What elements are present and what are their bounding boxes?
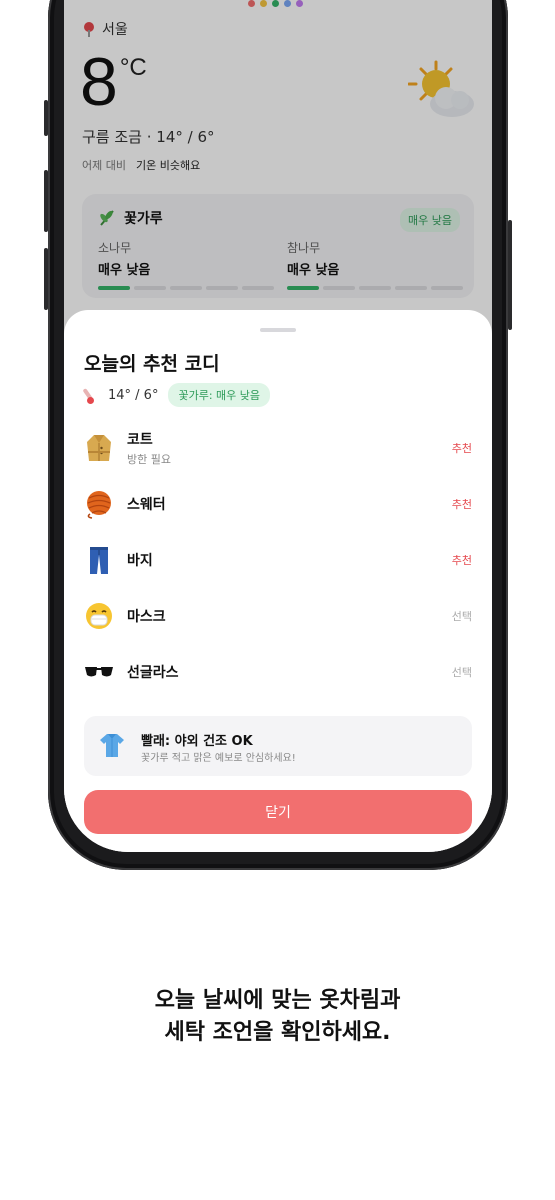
item-name: 마스크 bbox=[127, 609, 166, 625]
item-name: 바지 bbox=[127, 553, 153, 569]
recommendation-tag: 선택 bbox=[451, 666, 472, 679]
close-button[interactable]: 닫기 bbox=[84, 790, 472, 834]
item-text: 스웨터 bbox=[127, 494, 166, 514]
thermometer-icon bbox=[84, 386, 98, 404]
outfit-list: 코트 방한 필요 추천 스웨터 추천 바지 추천 마스크 선택 선글라스 선택 bbox=[64, 420, 492, 700]
list-item[interactable]: 코트 방한 필요 추천 bbox=[64, 420, 492, 476]
sweater-yarn-icon bbox=[84, 489, 114, 519]
phone-power-button bbox=[508, 220, 512, 330]
sheet-summary: 14° / 6° 꽃가루: 매우 낮음 bbox=[84, 383, 271, 407]
sheet-title: 오늘의 추천 코디 bbox=[84, 353, 220, 375]
caption-line-2: 세탁 조언을 확인하세요. bbox=[164, 1020, 391, 1045]
phone-screen: 서울 8 °C 구름 조금 · 14° / 6° 어제 대비 기온 비슷해요 꽃… bbox=[64, 0, 492, 852]
item-note: 방한 필요 bbox=[127, 453, 171, 466]
caption-line-1: 오늘 날씨에 맞는 옷차림과 bbox=[154, 988, 401, 1013]
item-text: 선글라스 bbox=[127, 662, 179, 682]
jeans-icon bbox=[84, 545, 114, 575]
laundry-subtitle: 꽃가루 적고 맑은 예보로 안심하세요! bbox=[141, 753, 296, 764]
sheet-grabber[interactable] bbox=[260, 328, 296, 332]
shirt-icon bbox=[100, 734, 124, 757]
item-text: 바지 bbox=[127, 550, 153, 570]
laundry-title: 빨래: 야외 건조 OK bbox=[141, 734, 253, 749]
recommendation-tag: 추천 bbox=[451, 442, 472, 455]
list-item[interactable]: 스웨터 추천 bbox=[64, 476, 492, 532]
promo-caption: 오늘 날씨에 맞는 옷차림과 세탁 조언을 확인하세요. bbox=[0, 985, 555, 1049]
sunglasses-icon bbox=[84, 657, 114, 687]
outfit-sheet: 오늘의 추천 코디 14° / 6° 꽃가루: 매우 낮음 코트 방한 필요 추… bbox=[64, 310, 492, 852]
item-name: 스웨터 bbox=[127, 497, 166, 513]
pollen-pill: 꽃가루: 매우 낮음 bbox=[168, 383, 271, 407]
list-item[interactable]: 선글라스 선택 bbox=[64, 644, 492, 700]
coat-icon bbox=[84, 433, 114, 463]
recommendation-tag: 추천 bbox=[451, 498, 472, 511]
item-name: 선글라스 bbox=[127, 665, 179, 681]
item-text: 마스크 bbox=[127, 606, 166, 626]
laundry-tip: 빨래: 야외 건조 OK 꽃가루 적고 맑은 예보로 안심하세요! bbox=[84, 716, 472, 776]
item-name: 코트 bbox=[127, 432, 153, 448]
list-item[interactable]: 바지 추천 bbox=[64, 532, 492, 588]
temp-summary: 14° / 6° bbox=[108, 387, 159, 403]
mask-face-icon bbox=[84, 601, 114, 631]
recommendation-tag: 추천 bbox=[451, 554, 472, 567]
list-item[interactable]: 마스크 선택 bbox=[64, 588, 492, 644]
recommendation-tag: 선택 bbox=[451, 610, 472, 623]
item-text: 코트 방한 필요 bbox=[127, 429, 171, 467]
